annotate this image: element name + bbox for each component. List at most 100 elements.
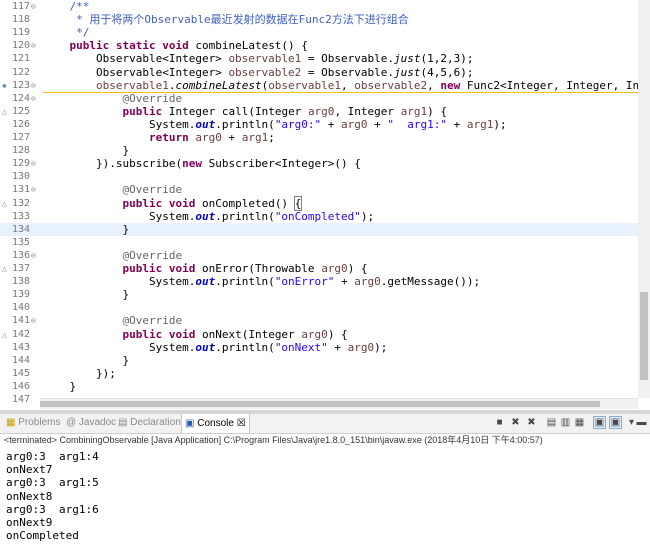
console-status-line: <terminated> CombiningObservable [Java A… <box>0 434 650 449</box>
vertical-scrollbar[interactable] <box>638 0 650 398</box>
code-text: }).subscribe(new Subscriber<Integer>() { <box>43 157 361 171</box>
fold-toggle-icon[interactable]: ⊖ <box>31 249 36 262</box>
tab-declaration[interactable]: ▤ Declaration <box>118 417 181 428</box>
show-on-output-icon[interactable]: ▦ <box>574 417 585 428</box>
code-line[interactable]: △ 142 public void onNext(Integer arg0) { <box>0 328 638 341</box>
line-number: 122 <box>11 66 30 78</box>
code-text: * 用于将两个Observable最近发射的数据在Func2方法下进行组合 <box>43 13 409 27</box>
scroll-lock-icon[interactable]: ▤ <box>546 417 557 428</box>
code-text: }); <box>43 366 116 380</box>
terminate-icon[interactable]: ■ <box>494 417 505 428</box>
code-line[interactable]: △ 132 public void onCompleted() { <box>0 195 638 211</box>
display-selected-console-icon[interactable]: ▣ <box>609 416 622 429</box>
tab-javadoc-label: @ Javadoc <box>66 417 117 428</box>
code-text: } <box>43 353 130 367</box>
fold-toggle-icon[interactable]: ⊖ <box>31 157 36 170</box>
code-line[interactable]: △ 125 public Integer call(Integer arg0, I… <box>0 105 638 118</box>
code-line[interactable]: 122 Observable<Integer> observable2 = Ob… <box>0 66 638 79</box>
line-number: 146 <box>11 380 30 392</box>
code-line[interactable]: 133 System.out.println("onCompleted"); <box>0 210 638 223</box>
vertical-scrollbar-thumb[interactable] <box>640 292 648 380</box>
horizontal-scrollbar[interactable] <box>40 398 638 409</box>
console-output-line: arg0:3 arg1:5 <box>6 476 99 490</box>
line-number: 138 <box>11 276 30 288</box>
line-number: 127 <box>11 132 30 143</box>
tab-javadoc[interactable]: @ Javadoc <box>66 417 116 428</box>
console-output-line: arg0:3 arg1:4 <box>6 450 99 463</box>
console-icon: ▣ <box>185 418 198 429</box>
code-text: public void onCompleted() { <box>122 195 303 211</box>
code-line[interactable]: 139 } <box>0 288 638 301</box>
code-line[interactable]: 121 Observable<Integer> observable1 = Ob… <box>0 52 638 65</box>
console-output[interactable]: arg0:3 arg1:4 onNext7 arg0:3 arg1:5 onNext8… <box>0 448 650 554</box>
line-number: 128 <box>11 145 30 157</box>
line-number: 145 <box>11 367 30 379</box>
code-text: @Override <box>122 91 183 105</box>
code-line[interactable]: ◆ 123 ⊖ observable1.combineLatest(observab… <box>0 79 650 93</box>
code-line[interactable]: 135 <box>0 236 638 249</box>
code-line[interactable]: 117 ⊖ /** <box>0 0 638 13</box>
fold-toggle-icon[interactable]: ⊖ <box>31 0 36 13</box>
line-number: 126 <box>11 118 30 130</box>
line-number: 144 <box>11 354 30 366</box>
code-text: /** <box>43 0 90 13</box>
console-output-line: onCompleted <box>6 529 79 543</box>
code-line[interactable]: 129 ⊖ }).subscribe(new Subscriber<Integer… <box>0 157 638 170</box>
fold-toggle-icon[interactable]: ⊖ <box>31 39 36 52</box>
code-line[interactable]: 138 System.out.println("onError" + arg0.… <box>0 275 638 288</box>
fold-toggle-icon[interactable]: ⊖ <box>31 314 36 327</box>
code-text: System.out.println("onError" + arg0.getM… <box>43 275 481 289</box>
code-text: Observable<Integer> observable1 = Observ… <box>43 52 474 66</box>
tab-problems-label: Problems <box>18 417 61 428</box>
code-line[interactable]: 136 ⊖ @Override <box>0 249 638 262</box>
code-text: observable1.combineLatest(observable1, o… <box>43 79 650 93</box>
code-text: public void onNext(Integer arg0) { <box>122 327 348 341</box>
fold-toggle-icon[interactable]: ⊖ <box>31 183 36 196</box>
line-number: 131 <box>11 184 30 196</box>
code-line[interactable]: 120 ⊖ public static void combineLatest() … <box>0 39 638 52</box>
code-line[interactable]: 143 System.out.println("onNext" + arg0); <box>0 341 638 354</box>
minimize-icon[interactable]: ▬ <box>636 417 647 428</box>
horizontal-scrollbar-thumb[interactable] <box>40 401 600 407</box>
code-text: return arg0 + arg1; <box>148 131 275 144</box>
code-line[interactable]: 118 * 用于将两个Observable最近发射的数据在Func2方法下进行组… <box>0 13 638 26</box>
code-text: System.out.println("arg0:" + arg0 + " ar… <box>43 117 507 131</box>
fold-toggle-icon[interactable]: ⊖ <box>31 79 36 92</box>
code-line[interactable]: 145 }); <box>0 367 638 380</box>
line-number: 143 <box>11 341 30 353</box>
code-line[interactable]: 119 */ <box>0 26 638 39</box>
code-line[interactable]: 126 System.out.println("arg0:" + arg0 + … <box>0 118 638 131</box>
code-line[interactable]: 144 } <box>0 354 638 367</box>
tab-problems[interactable]: ▦ Problems <box>6 417 60 428</box>
line-number: 125 <box>11 105 30 117</box>
code-line[interactable]: 131 ⊖ @Override <box>0 183 638 196</box>
code-line[interactable]: 128 } <box>0 144 638 157</box>
line-number: 142 <box>11 328 30 340</box>
line-number: 123 <box>11 79 30 91</box>
code-line[interactable]: 127 return arg0 + arg1; <box>0 131 638 144</box>
word-wrap-icon[interactable]: ▥ <box>560 417 571 428</box>
fold-toggle-icon[interactable]: ⊖ <box>31 92 36 105</box>
tab-console[interactable]: ▣ Console ☒ <box>181 414 250 433</box>
console-output-line: onNext9 <box>6 516 53 529</box>
code-text: System.out.println("onNext" + arg0); <box>43 340 388 354</box>
code-line[interactable]: 124 ⊖ @Override <box>0 92 638 105</box>
code-text: @Override <box>122 248 183 262</box>
line-number: 119 <box>11 27 30 39</box>
code-line[interactable]: 134 } <box>0 222 638 236</box>
code-line[interactable]: 146 } <box>0 380 638 393</box>
code-line[interactable]: 130 <box>0 170 638 183</box>
code-text: } <box>43 222 130 236</box>
code-text: } <box>43 144 130 158</box>
tab-console-label: Console ☒ <box>197 418 246 429</box>
code-text: } <box>43 379 77 393</box>
code-line[interactable]: 141 ⊖ @Override <box>0 314 638 327</box>
code-line[interactable]: 140 <box>0 301 638 314</box>
remove-launch-icon[interactable]: ✖ <box>510 417 521 428</box>
code-editor[interactable]: 117 ⊖ /** 118 * 用于将两个Observable最近发射的数据在Fun… <box>0 0 650 402</box>
bottom-panel-tabbar: ▦ Problems @ Javadoc ▤ Declaration ▣ Con… <box>0 414 650 434</box>
remove-all-icon[interactable]: ✖ <box>526 417 537 428</box>
pin-console-icon[interactable]: ▣ <box>593 416 606 429</box>
line-number: 134 <box>11 223 30 235</box>
code-line[interactable]: △ 137 public void onError(Throwable arg0)… <box>0 262 638 275</box>
